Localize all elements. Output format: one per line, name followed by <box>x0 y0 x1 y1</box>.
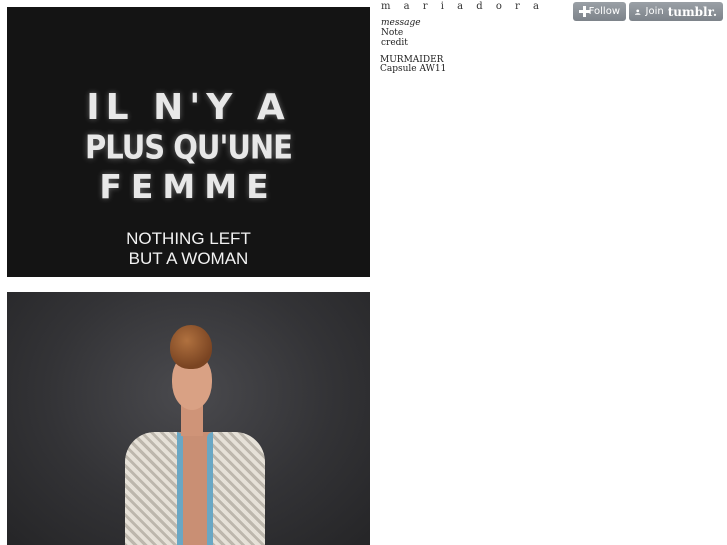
blog-description: MURMAIDER Capsule AW11 <box>380 56 446 74</box>
description-line-2: Capsule AW11 <box>380 64 447 74</box>
model-hair <box>170 325 212 369</box>
join-tumblr-button[interactable]: Join tumblr. <box>629 2 723 21</box>
message-link[interactable]: message <box>381 18 421 28</box>
plus-icon <box>579 6 590 17</box>
vest-left-panel <box>125 432 183 545</box>
post-image-text-card[interactable]: IL N'Y A PLUS QU'UNE FEMME NOTHING LEFT … <box>7 7 370 277</box>
french-line-3: FEMME <box>99 167 278 206</box>
post-photo-model[interactable] <box>7 292 370 545</box>
sidebar-links: message Note credit <box>381 18 421 48</box>
english-line-1: NOTHING LEFT <box>126 229 251 248</box>
french-line-1: IL N'Y A <box>86 87 291 128</box>
tumblr-logo: tumblr. <box>667 4 717 19</box>
user-icon <box>635 8 641 15</box>
vest-right-panel <box>207 432 265 545</box>
credit-link[interactable]: credit <box>381 38 421 48</box>
blog-title[interactable]: m a r i a d o r a <box>381 1 544 12</box>
french-line-2: PLUS QU'UNE <box>85 127 293 167</box>
follow-button[interactable]: Follow <box>573 2 626 21</box>
follow-label: Follow <box>588 6 620 17</box>
note-link[interactable]: Note <box>381 28 421 38</box>
english-line-2: BUT A WOMAN <box>128 249 249 268</box>
join-label: Join <box>645 6 664 17</box>
